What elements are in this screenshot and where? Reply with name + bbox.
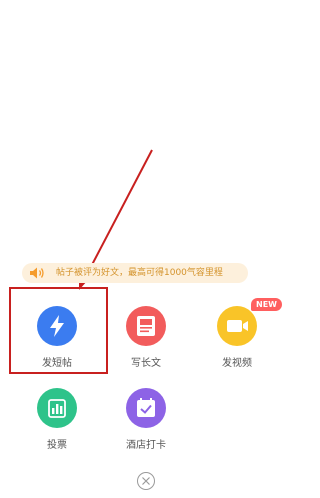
- long-article-button[interactable]: 写长文: [109, 306, 183, 386]
- short-post-button[interactable]: 发短帖: [20, 306, 94, 386]
- video-post-label: 发视频: [222, 358, 252, 369]
- bar-chart-icon: [48, 399, 66, 418]
- close-icon: [142, 477, 150, 485]
- video-camera-icon: [227, 320, 248, 332]
- video-post-icon-circle: NEW: [217, 298, 282, 346]
- check-in-icon: [137, 398, 155, 417]
- banner-text: 帖子被评为好文，最高可得1000气容里程: [56, 268, 223, 278]
- long-article-icon-circle: [126, 306, 166, 346]
- short-post-label: 发短帖: [42, 358, 72, 369]
- long-article-label: 写长文: [131, 358, 161, 369]
- video-post-button[interactable]: NEW 发视频: [200, 298, 282, 386]
- lightning-icon: [50, 315, 64, 337]
- document-image-icon: [137, 316, 155, 336]
- close-button[interactable]: [137, 472, 155, 490]
- hotel-checkin-button[interactable]: 酒店打卡: [109, 388, 183, 468]
- hotel-checkin-icon-circle: [126, 388, 166, 428]
- vote-label: 投票: [47, 440, 67, 451]
- vote-button[interactable]: 投票: [20, 388, 94, 468]
- hotel-checkin-label: 酒店打卡: [126, 440, 166, 451]
- reward-banner[interactable]: 帖子被评为好文，最高可得1000气容里程: [22, 263, 248, 283]
- short-post-icon-circle: [37, 306, 77, 346]
- vote-icon-circle: [37, 388, 77, 428]
- speaker-icon: [30, 267, 44, 279]
- new-badge: NEW: [251, 298, 282, 311]
